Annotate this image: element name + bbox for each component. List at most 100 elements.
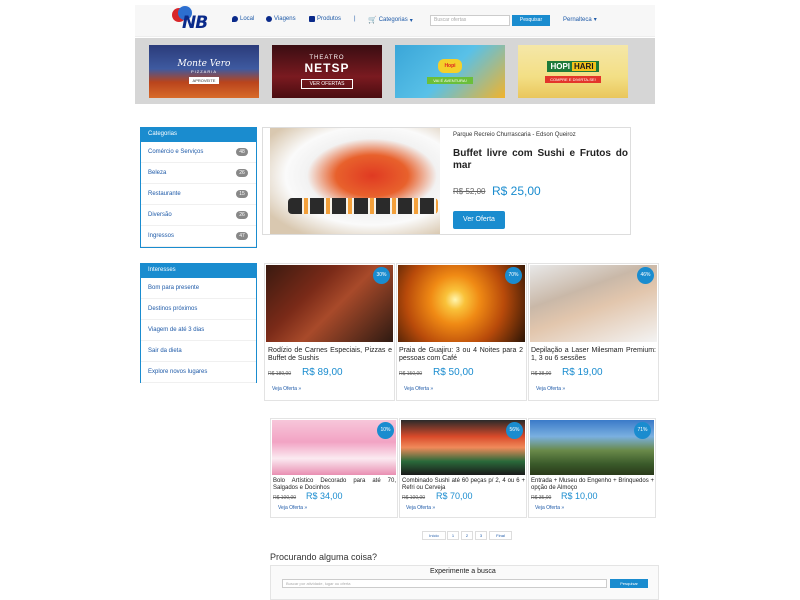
category-label: Comércio e Serviços: [148, 149, 204, 155]
deal-title[interactable]: Combinado Sushi até 60 peças p/ 2, 4 ou …: [402, 478, 525, 492]
category-label: Restaurante: [148, 191, 181, 197]
deal-new-price: R$ 19,00: [562, 367, 603, 378]
pagination-first[interactable]: Início: [422, 531, 446, 540]
deal-new-price: R$ 89,00: [302, 367, 343, 378]
site-logo[interactable]: NB: [172, 6, 224, 33]
location-pin-icon: [232, 16, 238, 22]
featured-old-price: R$ 52,00: [453, 187, 486, 196]
nav-produtos-label: Produtos: [317, 16, 342, 22]
discount-badge: 56%: [506, 422, 523, 439]
discount-badge: 46%: [637, 267, 654, 284]
discount-badge: 70%: [505, 267, 522, 284]
category-item[interactable]: Comércio e Serviços 48: [141, 142, 256, 163]
featured-place: Parque Recreio Churrascaria - Edson Quei…: [453, 132, 576, 138]
banner-title: NETSP: [304, 60, 350, 75]
search-button[interactable]: Pesquisar: [610, 579, 648, 588]
discount-badge: 30%: [373, 267, 390, 284]
deal-title[interactable]: Depilação a Laser Milesmam Premium: 1, 3…: [531, 347, 656, 363]
category-label: Ingressos: [148, 233, 175, 239]
pagination-page[interactable]: 1: [447, 531, 459, 540]
interest-item[interactable]: Viagem de até 3 dias: [141, 320, 256, 341]
deal-new-price: R$ 50,00: [433, 367, 474, 378]
nav-produtos[interactable]: Produtos: [309, 16, 341, 22]
pagination-page[interactable]: 3: [475, 531, 487, 540]
search-section-heading: Procurando alguma coisa?: [270, 552, 378, 562]
deal-link[interactable]: Veja Oferta »: [536, 386, 565, 392]
banner-button[interactable]: VER OFERTAS: [300, 78, 354, 89]
deal-old-price: R$ 38,00: [531, 371, 552, 377]
logo-text: NB: [182, 13, 208, 33]
banner-button[interactable]: COMPRE E DIVIRTA-SE!: [545, 75, 601, 83]
category-count-badge: 47: [236, 232, 248, 240]
deal-link[interactable]: Veja Oferta »: [535, 505, 564, 511]
featured-title[interactable]: Buffet livre com Sushi e Frutos do mar: [453, 148, 628, 172]
banner-logo: HOPI HARI: [547, 60, 599, 72]
categories-title: Categorias: [141, 128, 256, 142]
banner-title: Monte Vero: [177, 59, 231, 69]
interest-item[interactable]: Bom para presente: [141, 278, 256, 299]
perfil-link[interactable]: Pernalteca ▾: [563, 16, 597, 24]
deal-title[interactable]: Rodízio de Carnes Especiais, Pizzas e Bu…: [268, 347, 392, 363]
search-input[interactable]: Buscar por atividade, lugar ou oferta: [282, 579, 607, 588]
deal-link[interactable]: Veja Oferta »: [404, 386, 433, 392]
deal-old-price: R$ 35,00: [531, 495, 552, 501]
nav-viagens[interactable]: Viagens: [266, 16, 296, 22]
category-count-badge: 26: [236, 169, 248, 177]
nav-local-label: Local: [240, 16, 255, 22]
banner-hopi-hari[interactable]: HOPI HARI COMPRE E DIVIRTA-SE!: [518, 45, 628, 98]
deal-title[interactable]: Entrada + Museu do Engenho + Brinquedos …: [531, 478, 654, 492]
banner-bar-text: VAI É AVENTURA!: [427, 77, 473, 84]
perfil-link-label: Pernalteca: [563, 16, 592, 23]
nav-categorias[interactable]: 🛒 Categorias ▾: [368, 16, 413, 24]
cart-icon: 🛒: [368, 17, 377, 24]
chevron-down-icon: ▾: [593, 17, 597, 23]
deal-old-price: R$ 100,00: [402, 495, 426, 501]
banner-button[interactable]: APROVEITE: [188, 77, 220, 84]
chevron-down-icon: ▾: [409, 17, 413, 24]
header-search-input[interactable]: Buscar ofertas: [430, 15, 510, 26]
sushi-illustration: [288, 198, 438, 214]
pagination-page[interactable]: 2: [461, 531, 473, 540]
pagination-last[interactable]: Final: [489, 531, 512, 540]
discount-badge: 71%: [634, 422, 651, 439]
discount-badge: 10%: [377, 422, 394, 439]
interest-item[interactable]: Destinos próximos: [141, 299, 256, 320]
deal-old-price: R$ 100,00: [273, 495, 297, 501]
featured-offer-button[interactable]: Ver Oferta: [453, 211, 505, 229]
banner-title: HOPI: [550, 61, 570, 71]
category-item[interactable]: Diversão 26: [141, 205, 256, 226]
deal-old-price: R$ 150,00: [399, 371, 423, 377]
category-label: Diversão: [148, 212, 172, 218]
category-label: Beleza: [148, 170, 167, 176]
interest-item[interactable]: Sair da dieta: [141, 341, 256, 362]
banner-logo: Hopi: [438, 59, 462, 73]
category-item[interactable]: Beleza 26: [141, 163, 256, 184]
deal-link[interactable]: Veja Oferta »: [278, 505, 307, 511]
category-count-badge: 48: [236, 148, 248, 156]
banner-hopi-kids[interactable]: Hopi VAI É AVENTURA!: [395, 45, 505, 98]
banner-subtitle: PIZZARIA: [190, 69, 217, 74]
featured-offer-image[interactable]: [270, 128, 440, 234]
nav-categorias-label: Categorias: [378, 17, 408, 23]
interests-panel: Interesses Bom para presente Destinos pr…: [140, 263, 257, 383]
header-search-button[interactable]: Pesquisar: [512, 15, 550, 26]
banner-monte-vero[interactable]: Monte Vero PIZZARIA APROVEITE: [149, 45, 259, 98]
category-item[interactable]: Ingressos 47: [141, 226, 256, 247]
nav-local[interactable]: Local: [232, 16, 254, 22]
deal-link[interactable]: Veja Oferta »: [406, 505, 435, 511]
featured-new-price: R$ 25,00: [492, 184, 541, 198]
banner-title-2: HARI: [572, 61, 596, 71]
banner-theatro-net[interactable]: THEATRO NETSP VER OFERTAS: [272, 45, 382, 98]
box-icon: [309, 16, 315, 22]
nav-viagens-label: Viagens: [274, 16, 296, 22]
deal-new-price: R$ 10,00: [561, 491, 598, 501]
deal-new-price: R$ 34,00: [306, 491, 343, 501]
deal-title[interactable]: Bolo Artístico Decorado para até 70, Sal…: [273, 478, 396, 492]
interest-item[interactable]: Explore novos lugares: [141, 362, 256, 383]
interests-title: Interesses: [141, 264, 256, 278]
category-item[interactable]: Restaurante 15: [141, 184, 256, 205]
category-count-badge: 15: [236, 190, 248, 198]
deal-link[interactable]: Veja Oferta »: [272, 386, 301, 392]
categories-panel: Categorias Comércio e Serviços 48 Beleza 2…: [140, 127, 257, 248]
deal-title[interactable]: Praia de Guajiru: 3 ou 4 Noites para 2 p…: [399, 347, 523, 363]
